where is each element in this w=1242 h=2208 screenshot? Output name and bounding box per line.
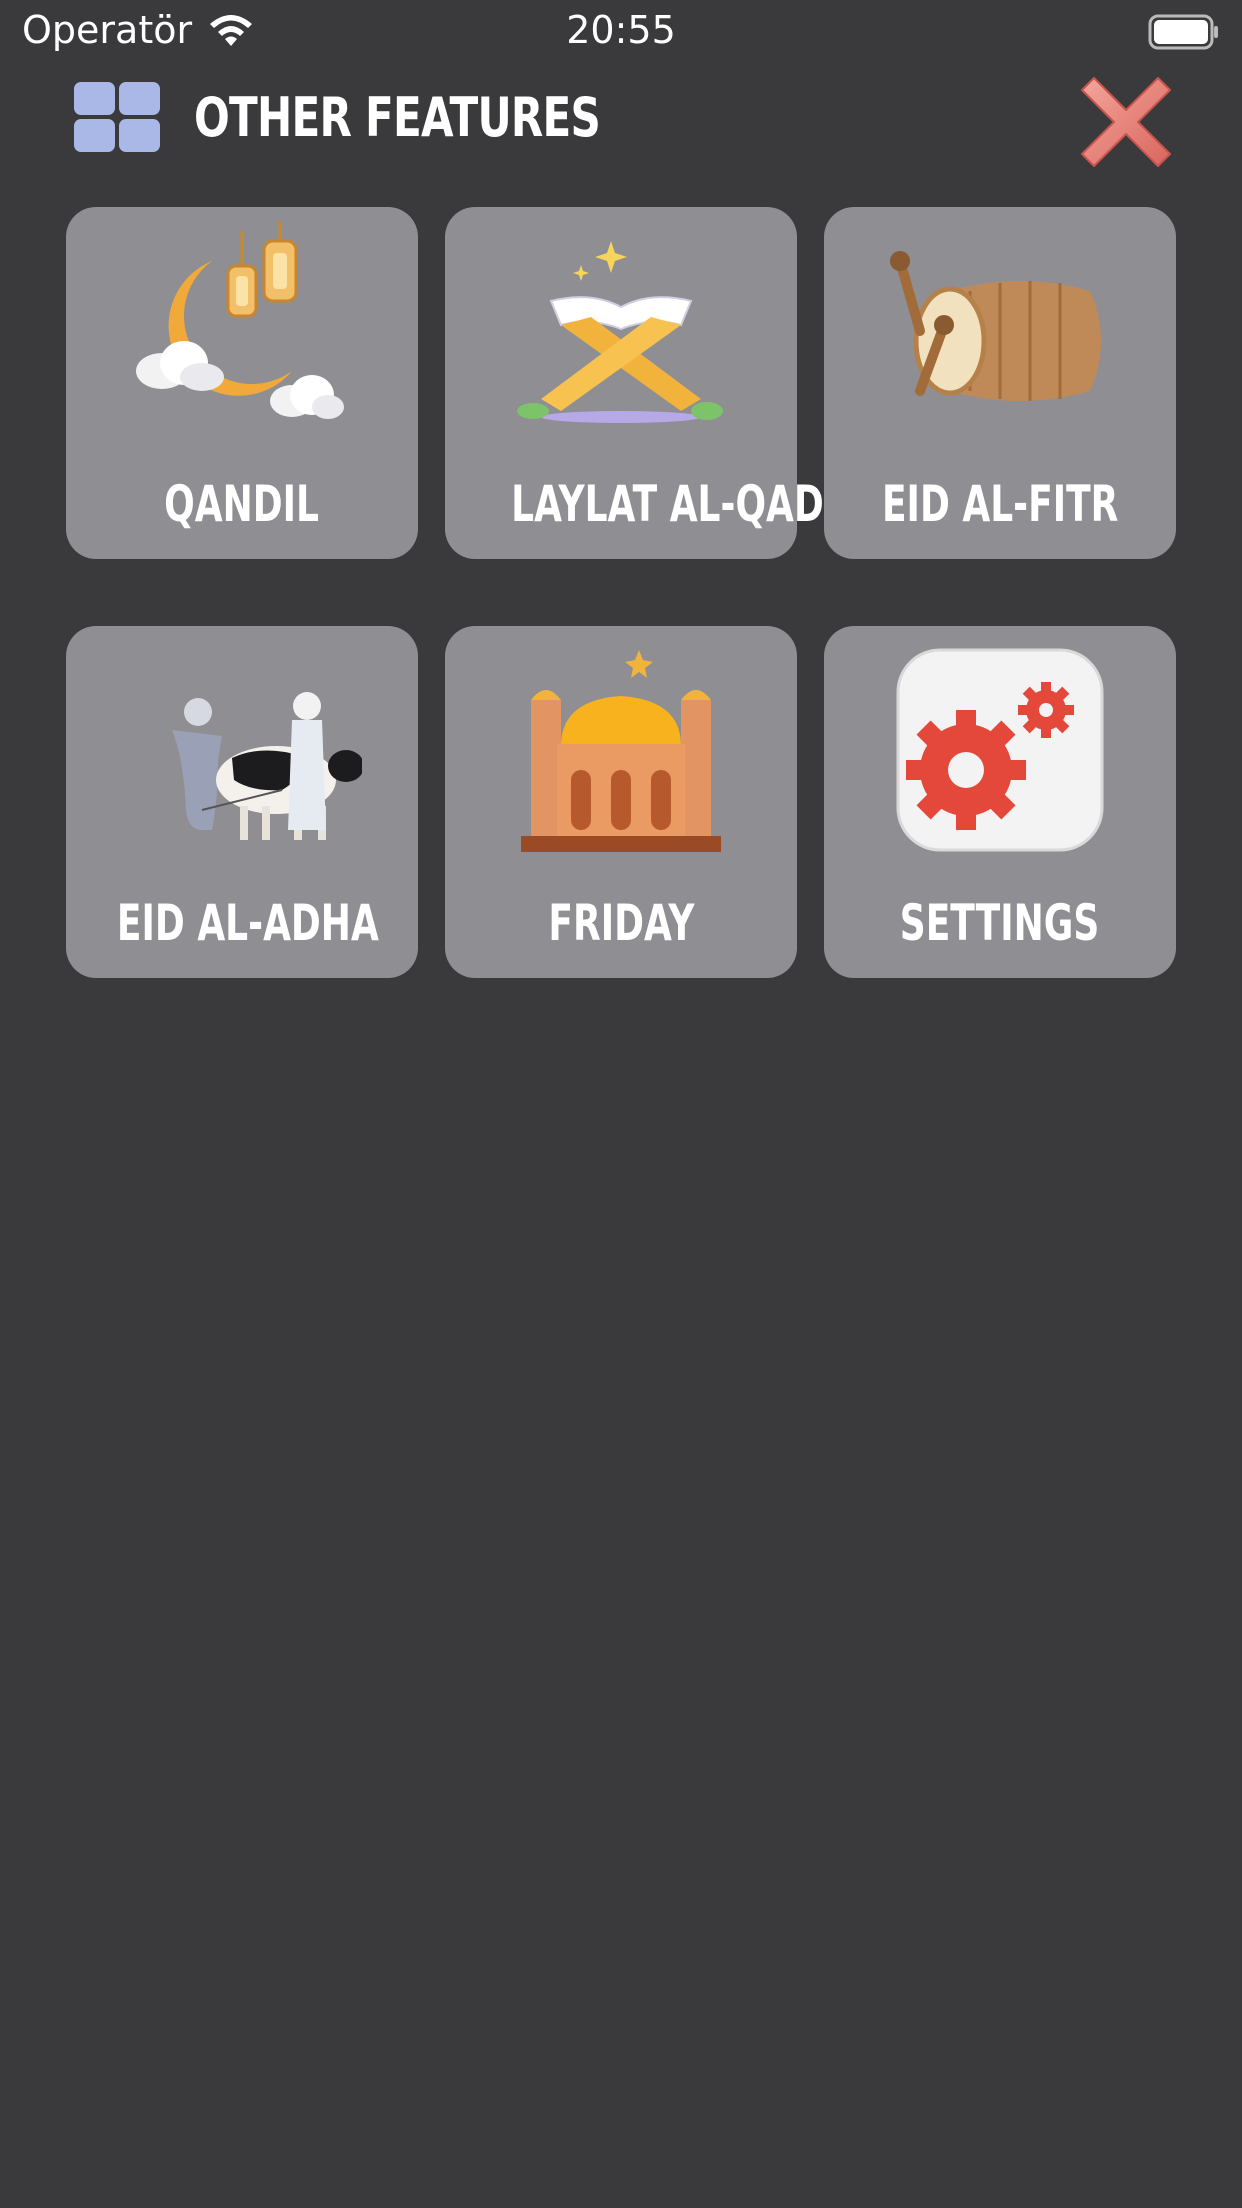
feature-tile-qandil[interactable]: QANDIL xyxy=(66,207,418,559)
features-grid: QANDIL LAYLAT AL-QADR EID AL-FITR EID AL… xyxy=(66,207,1176,978)
feature-label: EID AL-FITR xyxy=(881,475,1119,533)
close-x-icon xyxy=(1081,77,1171,167)
feature-label: QANDIL xyxy=(164,475,320,533)
feature-label: EID AL-ADHA xyxy=(116,894,379,952)
gears-icon xyxy=(896,648,1104,852)
feature-label: SETTINGS xyxy=(900,894,1100,952)
quran-stand-icon xyxy=(517,241,723,423)
feature-tile-eid-al-adha[interactable]: EID AL-ADHA xyxy=(66,626,418,978)
close-button[interactable] xyxy=(1076,70,1176,170)
page-title: OTHER FEATURES xyxy=(194,86,601,149)
feature-label: LAYLAT AL-QADR xyxy=(511,475,852,533)
people-cow-icon xyxy=(172,692,362,840)
crescent-lanterns-icon xyxy=(136,221,344,419)
status-bar: Operatör 20:55 xyxy=(0,0,1242,70)
drum-icon xyxy=(890,251,1101,401)
header: OTHER FEATURES xyxy=(0,70,1242,180)
feature-label: FRIDAY xyxy=(547,894,695,952)
feature-tile-eid-al-fitr[interactable]: EID AL-FITR xyxy=(824,207,1176,559)
feature-tile-friday[interactable]: FRIDAY xyxy=(445,626,797,978)
feature-tile-laylat-al-qadr[interactable]: LAYLAT AL-QADR xyxy=(445,207,852,559)
mosque-icon xyxy=(521,648,721,852)
feature-tile-settings[interactable]: SETTINGS xyxy=(824,626,1176,978)
battery-icon xyxy=(1148,14,1218,50)
grid-menu-icon[interactable] xyxy=(74,82,160,152)
status-time: 20:55 xyxy=(566,8,676,52)
